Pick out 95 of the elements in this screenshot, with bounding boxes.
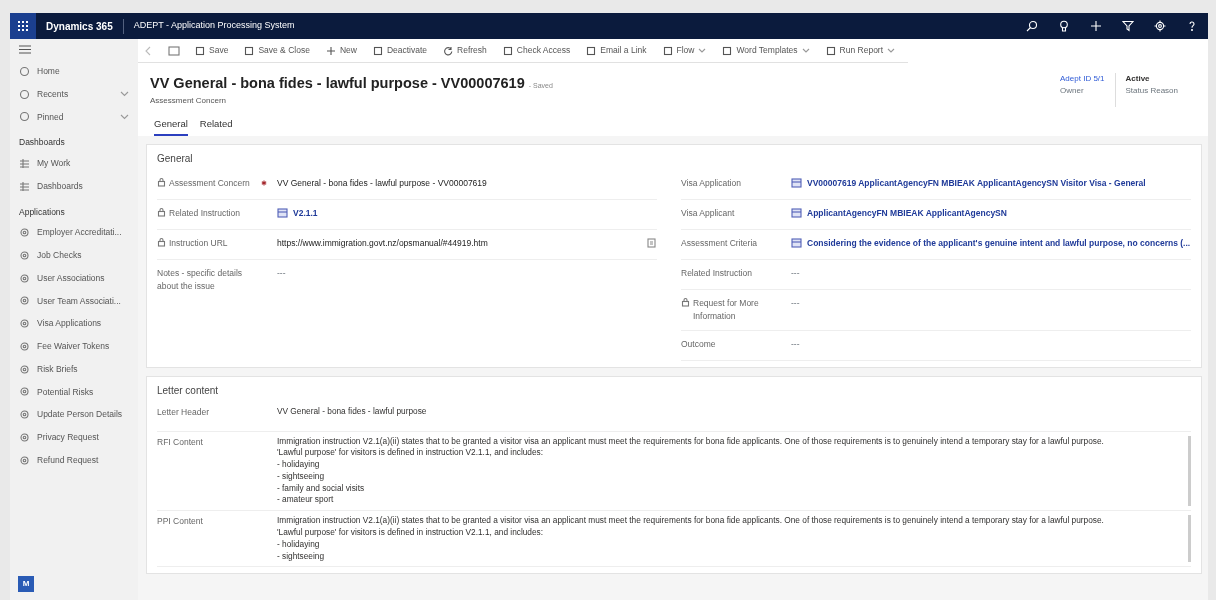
app-title: ADEPT - Application Processing System [132,19,295,33]
lookup-link[interactable]: VV00007619 ApplicantAgencyFN MBIEAK ApplicantAgencySN Visitor Visa - General [807,177,1146,190]
command-button[interactable]: Save [188,42,236,59]
field-value: VV General - bona fides - lawful purpose - VV00007619 [277,177,487,190]
field-value: https://www.immigration.govt.nz/opsmanual/#44919.htm [277,237,489,250]
gear-icon [19,386,30,398]
field-label: Visa Application [681,177,741,190]
record-title: VV General - bona fides - lawful purpose - VV00007619 [150,74,525,93]
field-value: --- [791,297,800,310]
nav-item[interactable]: User Team Associati... [10,289,138,313]
nav-item[interactable]: Home [10,60,138,83]
popout-icon[interactable] [168,45,180,56]
field-value: --- [277,267,286,280]
text-area: Immigration instruction V2.1(a)(ii) states that to be granted a visitor visa an applicant must meet the requirements for bona fide applicants. One of those requirements is to genuinely intend a temporary stay for a lawful purpose. 'Lawful purpose' for visitors is defined in instruction V2.1.1, and includes: - holidaying - sightseeing - family and social visits - amateur sport [277,435,1191,507]
nav-item[interactable]: Fee Waiver Tokens [10,335,138,358]
field-value: --- [791,337,800,351]
text-area: Immigration instruction V2.1(a)(ii) states that to be granted a visitor visa an applicant must meet the requirements for bona fide applicants. One of those requirements is to genuinely intend a temporary stay for a lawful purpose. 'Lawful purpose' for visitors is defined in instruction V2.1.1, and includes: - holidaying - sightseeing [277,515,1191,563]
record-icon [791,238,802,249]
field-label: Notes - specific details about the issue [157,267,244,293]
gear-icon [19,249,30,261]
dashboard-icon [19,157,30,169]
gear-icon [19,295,30,307]
header-label: Status Reason [1125,85,1178,97]
gear-icon [19,409,30,421]
gear-icon [19,431,30,443]
plus-icon [325,45,336,56]
section-heading: Applications [18,205,66,219]
gear-icon [19,272,30,284]
gear-icon [19,340,30,352]
field-label: Outcome [681,337,716,351]
tab[interactable]: Related [199,114,233,136]
field-label: Instruction URL [169,237,228,250]
field-label: Related Instruction [681,267,752,280]
lookup-link[interactable]: ApplicantAgencyFN MBIEAK ApplicantAgencySN [807,207,1007,220]
nav-item[interactable]: Risk Briefs [10,357,138,381]
command-button[interactable]: Save & Close [237,42,317,59]
field-label: Visa Applicant [681,207,735,220]
field-value: --- [791,267,800,280]
nav-item[interactable]: Privacy Request [10,426,138,449]
nav-item[interactable]: Refund Request [10,448,138,472]
field-label: Letter Header [157,405,210,419]
plus-icon[interactable] [1090,20,1102,32]
section-title: General [157,152,194,166]
command-button[interactable]: Check Access [495,42,578,59]
gear-icon [19,363,30,375]
nav-item[interactable]: User Associations [10,266,138,290]
nav-item[interactable]: Employer Accreditati... [10,221,138,244]
waffle-icon [18,21,28,31]
command-button[interactable]: Word Templates [715,42,817,59]
field-label: Assessment Criteria [681,237,758,250]
field-label: RFI Content [157,435,204,449]
lookup-link[interactable]: Considering the evidence of the applicant's genuine intent and lawful purpose, no concerns (... [807,237,1191,250]
entity-name: Assessment Concern [150,94,228,107]
nav-item[interactable]: Potential Risks [10,380,138,404]
field-label: PPI Content [157,515,204,528]
lightbulb-icon[interactable] [1058,20,1070,32]
nav-item[interactable]: Update Person Details [10,403,138,426]
gear-icon [19,318,30,330]
record-icon [791,208,802,219]
nav-item[interactable]: Recents [10,82,138,106]
gear-icon [19,227,30,239]
dashboard-icon [19,180,30,192]
app-launcher-button[interactable] [10,13,36,39]
section-title: Letter content [157,383,220,398]
filter-icon[interactable] [1122,20,1134,32]
field-value: VV General - bona fides - lawful purpose [277,405,427,418]
lookup-link[interactable]: V2.1.1 [293,207,318,220]
help-icon[interactable] [1186,20,1198,32]
owner-link[interactable]: Adept ID 5/1 [1060,73,1105,85]
menu-icon[interactable] [19,45,31,54]
product-name: Dynamics 365 [36,18,124,34]
record-icon [791,178,802,189]
field-label: Assessment Concern [169,177,250,190]
search-icon[interactable] [1026,20,1038,32]
gear-icon [19,454,30,466]
settings-icon[interactable] [1154,20,1166,32]
nav-item[interactable]: Dashboards [10,174,138,198]
refresh-icon [443,45,454,56]
area-switcher-button[interactable]: M [18,576,34,592]
command-button[interactable]: New [318,42,364,59]
field-label: Request for More Information [693,297,760,323]
command-button[interactable]: Run Report [818,42,903,59]
command-button[interactable]: Flow [655,42,714,59]
header-label: Owner [1060,85,1085,97]
nav-item[interactable]: My Work [10,152,138,175]
nav-item[interactable]: Job Checks [10,244,138,267]
section-heading: Dashboards [18,136,66,150]
command-button[interactable]: Email a Link [579,42,654,59]
nav-item[interactable]: Pinned [10,105,138,129]
nav-item[interactable]: Visa Applications [10,312,138,335]
field-label: Related Instruction [169,207,240,220]
record-icon [277,208,288,219]
header-value: Active [1125,73,1151,85]
command-button[interactable]: Deactivate [365,42,435,59]
command-button[interactable]: Refresh [436,42,494,59]
